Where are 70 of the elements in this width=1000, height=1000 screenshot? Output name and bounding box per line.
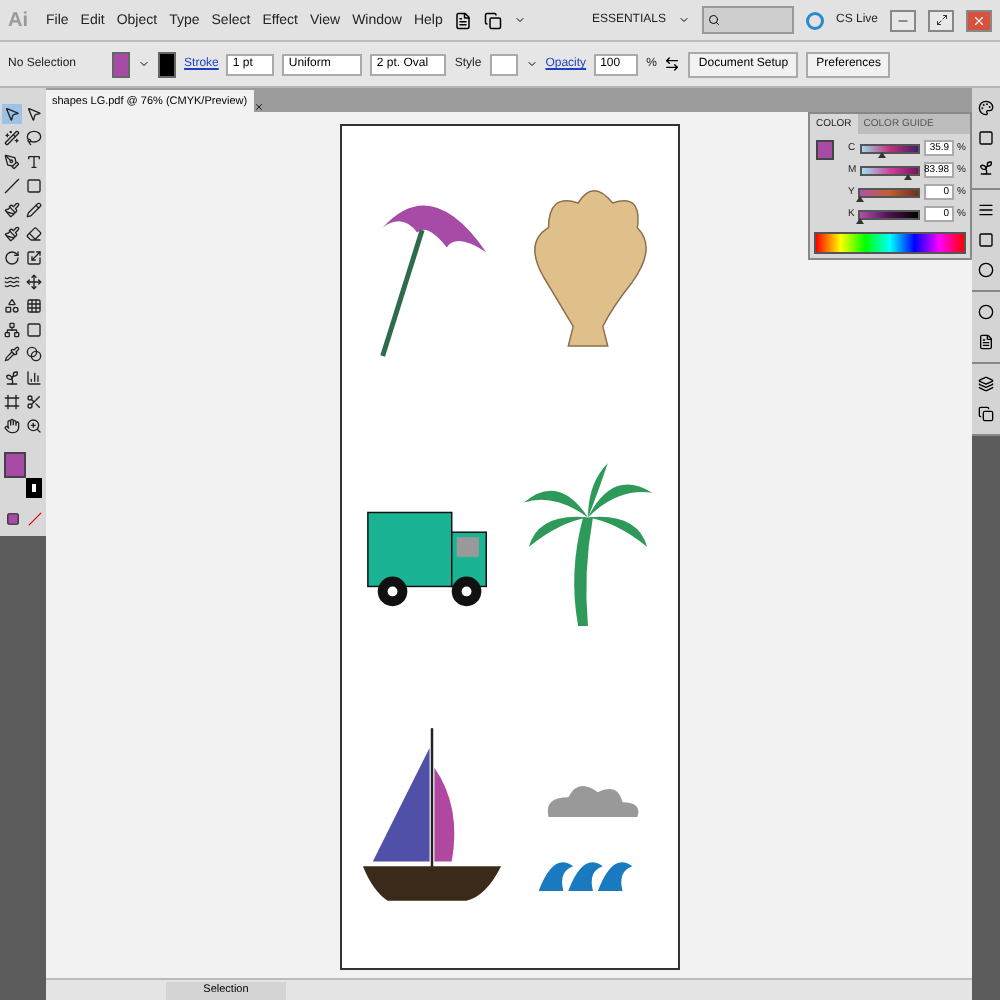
color-mode-button[interactable]	[2, 508, 22, 528]
frame-tool[interactable]	[2, 392, 22, 412]
pages-icon[interactable]	[978, 406, 994, 422]
slider-thumb[interactable]	[877, 151, 886, 157]
layers-icon[interactable]	[978, 376, 994, 392]
align-icon[interactable]	[664, 56, 681, 72]
caret-icon	[138, 58, 151, 70]
close-button[interactable]	[966, 9, 992, 31]
move-tool[interactable]	[24, 272, 44, 292]
caret-icon	[514, 14, 527, 26]
caret-icon	[677, 14, 690, 26]
fill-swatch[interactable]	[816, 140, 834, 160]
square-icon[interactable]	[978, 130, 994, 146]
arrow-tool[interactable]	[2, 104, 22, 124]
ring-icon	[805, 11, 824, 29]
eyedropper-tool[interactable]	[2, 344, 22, 364]
color-spectrum[interactable]	[814, 232, 966, 254]
stroke-swatch[interactable]	[26, 478, 42, 498]
pencil-tool[interactable]	[24, 200, 44, 220]
type-tool[interactable]	[24, 152, 44, 172]
slider-thumb[interactable]	[856, 217, 865, 223]
circle-icon[interactable]	[978, 262, 994, 278]
document-icon[interactable]	[978, 334, 994, 350]
cloud-drawing	[546, 786, 638, 817]
brush-tool[interactable]	[2, 200, 22, 220]
brush-tool[interactable]	[2, 224, 22, 244]
close-icon[interactable]	[253, 102, 264, 112]
slider-thumb[interactable]	[904, 173, 913, 179]
square-tool[interactable]	[24, 320, 44, 340]
search-icon	[707, 14, 720, 26]
rotate-tool[interactable]	[2, 248, 22, 268]
lines-icon[interactable]	[978, 202, 994, 218]
bar-chart-tool[interactable]	[24, 368, 44, 388]
eraser-tool[interactable]	[24, 224, 44, 244]
caret-icon	[525, 58, 538, 70]
app-logo: Ai	[8, 9, 28, 31]
network-tool[interactable]	[2, 320, 22, 340]
style-field[interactable]	[489, 53, 518, 75]
waves-drawing	[537, 862, 632, 891]
waves-tool[interactable]	[2, 272, 22, 292]
zoom-tool[interactable]	[24, 416, 44, 436]
windows-icon[interactable]	[484, 11, 503, 29]
square-icon[interactable]	[978, 232, 994, 248]
scale-tool[interactable]	[24, 248, 44, 268]
sprout-tool[interactable]	[2, 368, 22, 388]
fill-swatch[interactable]	[4, 452, 26, 478]
stroke-swatch[interactable]	[158, 51, 177, 77]
minimize-button[interactable]	[890, 9, 916, 31]
shapes-tool[interactable]	[2, 296, 22, 316]
grid-tool[interactable]	[24, 296, 44, 316]
circle-icon[interactable]	[978, 304, 994, 320]
arrow-tool[interactable]	[24, 104, 44, 124]
fill-swatch[interactable]	[112, 51, 131, 77]
palette-icon[interactable]	[978, 100, 994, 116]
hand-tool[interactable]	[2, 416, 22, 436]
maximize-button[interactable]	[928, 9, 954, 31]
lasso-tool[interactable]	[24, 128, 44, 148]
square-tool[interactable]	[24, 176, 44, 196]
search-field[interactable]	[701, 6, 794, 34]
none-mode-button[interactable]	[24, 508, 44, 528]
line-tool[interactable]	[2, 176, 22, 196]
slider-thumb[interactable]	[856, 195, 865, 201]
scissors-tool[interactable]	[24, 392, 44, 412]
sprout-icon[interactable]	[978, 160, 994, 176]
close-icon	[972, 13, 986, 27]
document-icon[interactable]	[454, 11, 473, 29]
blend-tool[interactable]	[24, 344, 44, 364]
pen-tool[interactable]	[2, 152, 22, 172]
wand-tool[interactable]	[2, 128, 22, 148]
truck-drawing	[366, 511, 486, 607]
